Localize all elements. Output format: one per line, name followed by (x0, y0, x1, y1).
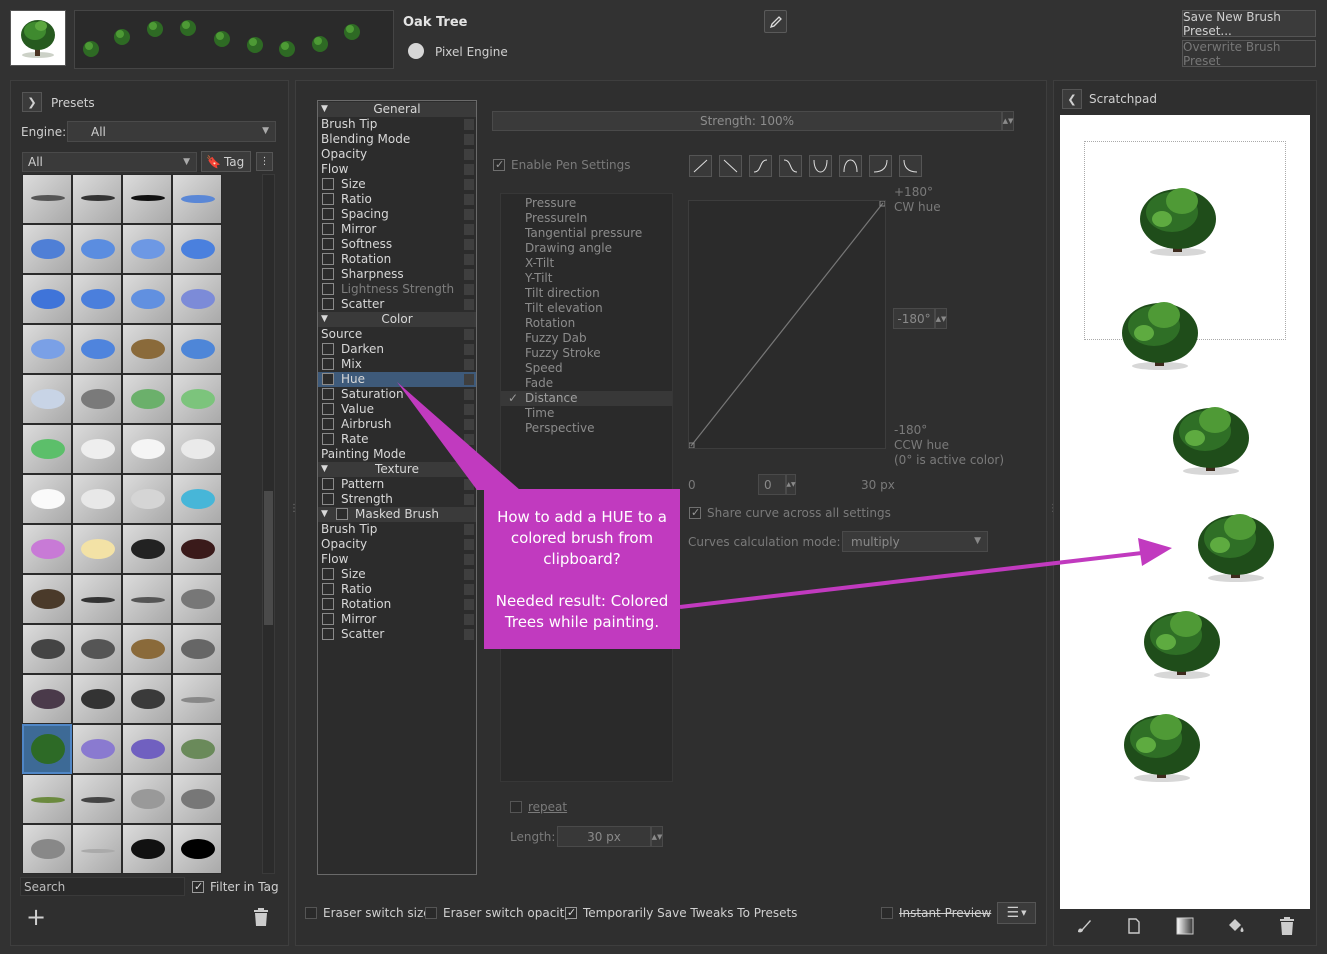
arrow-head-icon (1138, 538, 1172, 566)
annotation-arrows (397, 382, 1172, 609)
callout-arrow-line (679, 550, 1151, 609)
annotation-callout: How to add a HUE to a colored brush from… (484, 489, 680, 649)
callout-pointer (397, 382, 520, 490)
callout-result: Needed result: Colored Trees while paint… (495, 592, 669, 631)
callout-question: How to add a HUE to a colored brush from… (497, 508, 667, 568)
callout-spacer (492, 570, 672, 591)
